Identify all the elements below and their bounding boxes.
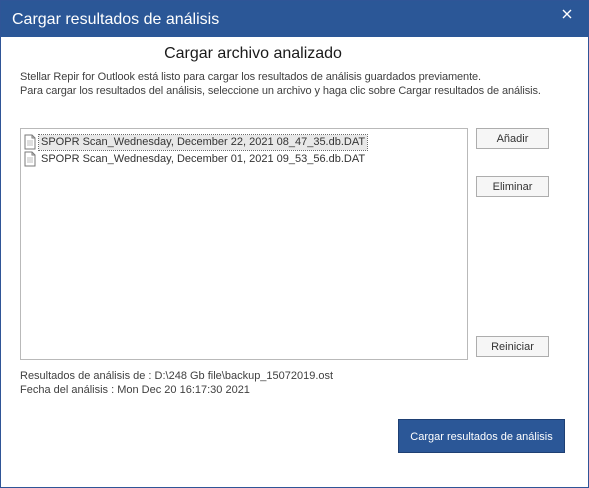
add-button[interactable]: Añadir bbox=[476, 128, 549, 149]
file-list-item[interactable]: SPOPR Scan_Wednesday, December 01, 2021 … bbox=[23, 151, 367, 167]
file-list-item[interactable]: SPOPR Scan_Wednesday, December 22, 2021 … bbox=[23, 133, 369, 151]
close-button[interactable] bbox=[552, 3, 582, 25]
analysis-source-path: Resultados de análisis de : D:\248 Gb fi… bbox=[20, 370, 334, 382]
remove-button[interactable]: Eliminar bbox=[476, 176, 549, 197]
dialog-window: Cargar resultados de análisis Cargar arc… bbox=[0, 0, 589, 488]
title-bar[interactable]: Cargar resultados de análisis bbox=[1, 1, 588, 37]
window-title: Cargar resultados de análisis bbox=[12, 11, 220, 28]
page-heading: Cargar archivo analizado bbox=[164, 45, 342, 62]
reset-button[interactable]: Reiniciar bbox=[476, 336, 549, 357]
load-results-button[interactable]: Cargar resultados de análisis bbox=[398, 419, 565, 453]
file-name: SPOPR Scan_Wednesday, December 01, 2021 … bbox=[41, 152, 366, 165]
close-icon bbox=[562, 9, 572, 19]
document-icon bbox=[24, 134, 36, 150]
document-icon bbox=[24, 151, 36, 167]
description-line-1: Stellar Repir for Outlook está listo par… bbox=[20, 71, 481, 83]
file-name: SPOPR Scan_Wednesday, December 22, 2021 … bbox=[37, 133, 369, 151]
analysis-date: Fecha del análisis : Mon Dec 20 16:17:30… bbox=[20, 384, 250, 396]
file-list[interactable]: SPOPR Scan_Wednesday, December 22, 2021 … bbox=[20, 128, 468, 360]
description-line-2: Para cargar los resultados del análisis,… bbox=[20, 85, 541, 97]
